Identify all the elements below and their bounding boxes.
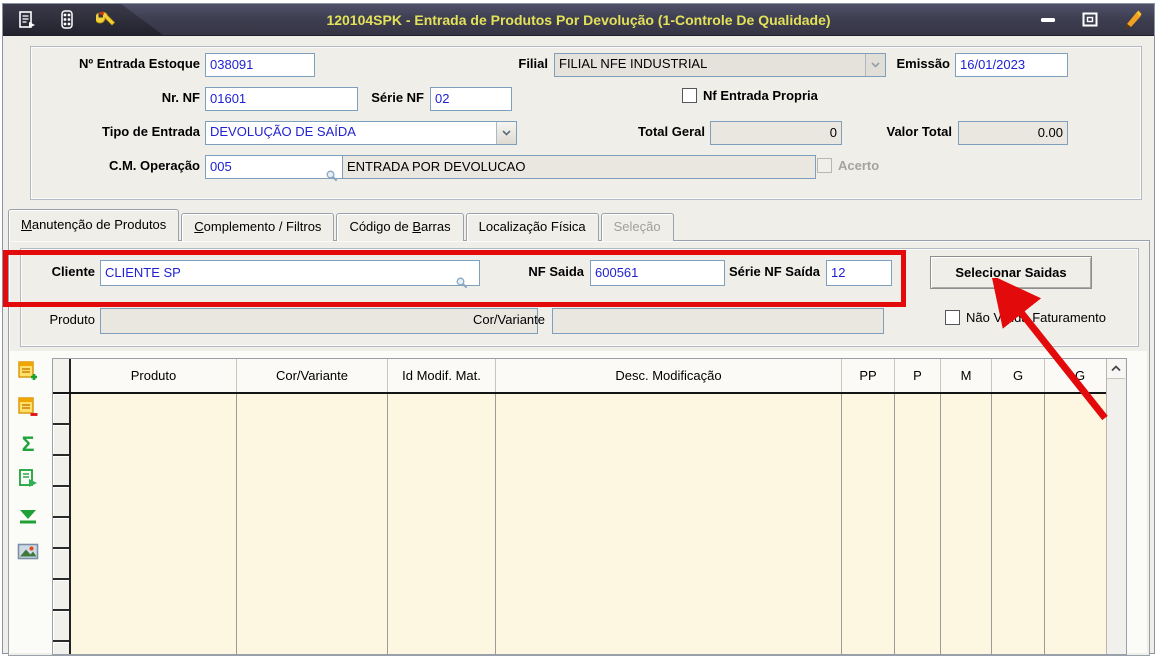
label-serie-nf-saida: Série NF Saída [728,264,820,279]
grid-host: Σ Produto Cor/Variante Id Modif. Mat. De… [9,351,1147,655]
column-header-id-modif-mat[interactable]: Id Modif. Mat. [388,359,496,392]
row-selector [53,549,69,580]
row-selector [53,394,69,425]
nao-valida-faturamento-label: Não Valida Faturamento [966,310,1106,325]
tab-codigo-de-barras[interactable]: Código de Barras [336,213,464,241]
tab-complemento-filtros[interactable]: Complemento / Filtros [181,213,335,241]
vertical-scrollbar[interactable] [1106,359,1126,654]
label-filial: Filial [518,56,548,71]
entrada-estoque-input[interactable]: 038091 [205,53,315,77]
column-header-pp[interactable]: PP [842,359,895,392]
grid-column-pp [842,394,895,654]
emissao-input[interactable]: 16/01/2023 [955,53,1068,77]
row-selector [53,456,69,487]
checkbox-box[interactable] [682,88,697,103]
row-selector [53,580,69,611]
label-valor-total: Valor Total [886,124,953,139]
acerto-checkbox: Acerto [817,158,879,173]
grid-column-gg [1045,394,1115,654]
column-header-g[interactable]: G [992,359,1045,392]
column-header-p[interactable]: P [895,359,941,392]
grid-gutter-header [53,359,71,392]
row-selector [53,642,69,654]
remove-row-icon[interactable] [15,394,41,420]
label-nr-nf: Nr. NF [161,90,200,105]
tab-manutencao-de-produtos[interactable]: Manutenção de Produtos [8,209,180,241]
serie-nf-saida-input[interactable]: 12 [826,260,892,286]
checkbox-box[interactable] [945,310,960,325]
grid-header: Produto Cor/Variante Id Modif. Mat. Desc… [53,359,1126,394]
valor-total-field: 0.00 [958,121,1068,145]
minimize-button[interactable] [1036,9,1060,31]
column-header-desc-modificacao[interactable]: Desc. Modificação [496,359,842,392]
search-icon[interactable] [456,277,468,292]
label-nf-saida: NF Saida [528,264,584,279]
grid-column-p [895,394,941,654]
screenshot-root: 120104SPK - Entrada de Produtos Por Devo… [0,0,1157,656]
label-emissao: Emissão [896,56,950,71]
tab-selecao: Seleção [600,213,674,241]
image-icon[interactable] [15,539,41,565]
cor-variante-input [552,308,884,334]
tab-localizacao-fisica[interactable]: Localização Física [465,213,599,241]
serie-nf-input[interactable]: 02 [430,87,512,111]
add-row-icon[interactable] [15,358,41,384]
titlebar: 120104SPK - Entrada de Produtos Por Devo… [3,4,1154,36]
document-icon[interactable] [15,9,39,31]
selecionar-saidas-button[interactable]: Selecionar Saidas [930,256,1092,289]
acerto-label: Acerto [838,158,880,173]
grid-column-produto [71,394,237,654]
grid-column-desc-modificacao [496,394,842,654]
tab-bar: Manutenção de Produtos Complemento / Fil… [8,209,676,241]
window-title: 120104SPK - Entrada de Produtos Por Devo… [326,11,831,28]
grid-row-gutter [53,394,71,654]
nf-entrada-propria-label: Nf Entrada Propria [703,88,818,103]
label-total-geral: Total Geral [638,124,705,139]
sum-icon[interactable]: Σ [15,432,41,458]
chevron-down-icon[interactable] [496,122,516,144]
label-serie-nf: Série NF [371,90,424,105]
cliente-input[interactable]: CLIENTE SP [100,260,480,286]
cm-operacao-description: ENTRADA POR DEVOLUCAO [342,155,816,179]
label-cm-operacao: C.M. Operação [108,158,200,173]
grid-column-id-modif-mat [388,394,496,654]
label-cor-variante: Cor/Variante [472,312,545,327]
scroll-up-button[interactable] [1107,359,1125,379]
grid-column-m [941,394,992,654]
search-icon[interactable] [326,170,338,185]
filter-funnel-icon[interactable] [15,504,41,530]
grid-column-cor-variante [237,394,388,654]
filial-select: FILIAL NFE INDUSTRIAL [554,53,886,77]
label-produto: Produto [49,312,95,327]
total-geral-field: 0 [710,121,842,145]
row-selector [53,611,69,642]
filial-value: FILIAL NFE INDUSTRIAL [559,56,708,71]
wrench-icon[interactable] [95,9,119,31]
column-header-produto[interactable]: Produto [71,359,237,392]
tipo-entrada-select[interactable]: DEVOLUÇÃO DE SAÍDA [205,121,517,145]
products-grid: Produto Cor/Variante Id Modif. Mat. Desc… [52,358,1127,655]
nao-valida-faturamento-checkbox[interactable]: Não Valida Faturamento [945,310,1106,325]
label-entrada-estoque: Nº Entrada Estoque [78,56,200,71]
column-header-cor-variante[interactable]: Cor/Variante [237,359,388,392]
grid-column-g [992,394,1045,654]
column-header-m[interactable]: M [941,359,992,392]
restore-button[interactable] [1078,9,1102,31]
label-tipo-entrada: Tipo de Entrada [102,124,200,139]
label-cliente: Cliente [51,264,95,279]
nf-entrada-propria-checkbox[interactable]: Nf Entrada Propria [682,88,818,103]
nr-nf-input[interactable]: 01601 [205,87,358,111]
row-selector [53,518,69,549]
grid-side-toolbar: Σ [11,351,45,653]
row-selector [53,487,69,518]
nf-saida-input[interactable]: 600561 [590,260,725,286]
grid-body [53,394,1126,654]
tipo-entrada-value: DEVOLUÇÃO DE SAÍDA [210,124,356,139]
edit-pencil-icon[interactable] [1120,9,1144,31]
checkbox-box [817,158,832,173]
row-selector [53,425,69,456]
traffic-light-icon[interactable] [55,9,79,31]
copy-rows-icon[interactable] [15,466,41,492]
